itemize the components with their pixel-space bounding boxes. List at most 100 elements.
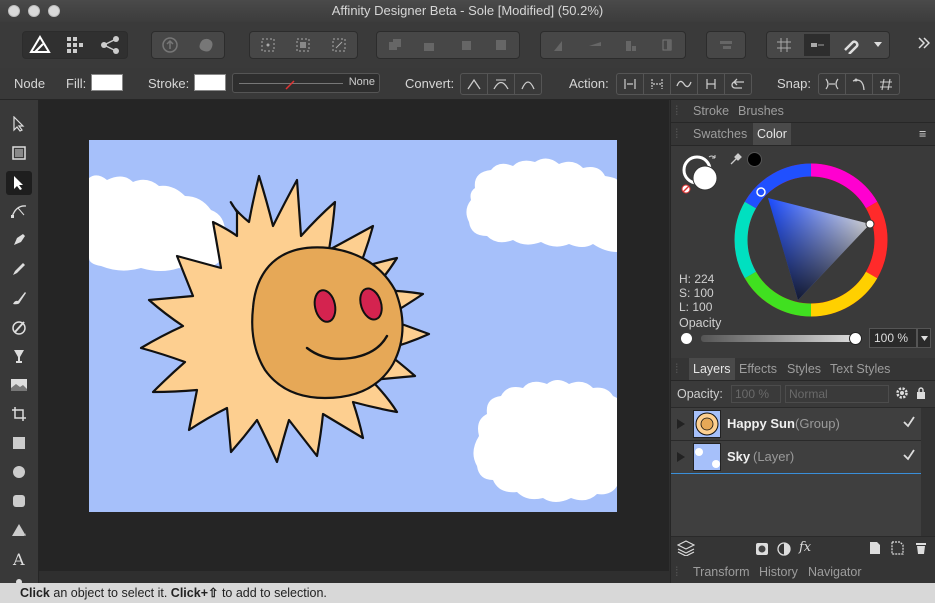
close-curve-icon[interactable] (644, 74, 671, 94)
panel-grip-icon[interactable]: ⁞ (675, 127, 678, 141)
color-wheel[interactable] (733, 162, 889, 321)
fill-tool-icon[interactable] (6, 315, 32, 339)
stroke-swatch[interactable] (194, 74, 226, 91)
snapping-dropdown-icon[interactable] (871, 34, 885, 56)
opacity-slider-thumb[interactable] (849, 332, 862, 345)
toolbar-overflow-icon[interactable] (918, 37, 931, 52)
artwork[interactable] (89, 140, 617, 512)
lock-icon[interactable] (916, 386, 926, 403)
tab-navigator[interactable]: Navigator (808, 565, 862, 579)
tab-text-styles[interactable]: Text Styles (830, 362, 890, 376)
visibility-check-icon[interactable] (903, 416, 915, 431)
mask-layer-icon[interactable] (755, 542, 769, 559)
rotate-left-icon[interactable] (618, 34, 644, 56)
artboard-tool-icon[interactable] (6, 141, 32, 165)
bring-forward-icon[interactable] (157, 34, 183, 56)
minimize-window-button[interactable] (28, 5, 40, 17)
point-transform-tool-icon[interactable] (6, 199, 32, 223)
zoom-window-button[interactable] (48, 5, 60, 17)
blend-mode-select[interactable]: Normal (785, 385, 889, 403)
panel-grip-icon[interactable]: ⁞ (675, 362, 678, 376)
subtract-boolean-icon[interactable] (417, 34, 443, 56)
artboard[interactable] (89, 140, 617, 512)
pixel-persona-icon[interactable] (62, 34, 88, 56)
rotate-right-icon[interactable] (654, 34, 680, 56)
tab-brushes[interactable]: Brushes (738, 104, 784, 118)
layer-row-happy-sun[interactable]: Happy Sun (Group) (671, 408, 921, 441)
crop-tool-icon[interactable] (6, 402, 32, 426)
text-tool-icon[interactable]: A (6, 547, 32, 571)
canvas-area[interactable] (39, 100, 669, 571)
rectangle-tool-icon[interactable] (6, 431, 32, 455)
opacity-value-field[interactable]: 100 % (869, 328, 917, 348)
snap-to-curve-icon[interactable] (846, 74, 873, 94)
visibility-check-icon[interactable] (903, 449, 915, 464)
node-tool-icon[interactable] (6, 171, 32, 195)
tab-styles[interactable]: Styles (787, 362, 821, 376)
panel-menu-icon[interactable]: ≡ (919, 127, 926, 141)
flip-horizontal-icon[interactable] (546, 34, 572, 56)
close-window-button[interactable] (8, 5, 20, 17)
move-tool-icon[interactable] (6, 112, 32, 136)
opacity-slider[interactable] (701, 335, 857, 342)
tab-effects[interactable]: Effects (739, 362, 777, 376)
layer-row-sky[interactable]: Sky (Layer) (671, 441, 921, 474)
rotate-box-icon[interactable] (326, 34, 352, 56)
transparency-tool-icon[interactable] (6, 344, 32, 368)
break-curve-icon[interactable] (617, 74, 644, 94)
divide-boolean-icon[interactable] (488, 34, 514, 56)
designer-persona-icon[interactable] (27, 34, 53, 56)
smooth-curve-icon[interactable] (671, 74, 698, 94)
layers-empty-area[interactable] (671, 474, 921, 536)
expand-layer-icon[interactable] (676, 451, 686, 466)
snapping-magnet-icon[interactable] (838, 34, 864, 56)
transform-origin-icon[interactable] (255, 34, 281, 56)
selection-box-icon[interactable] (290, 34, 316, 56)
insert-shape-icon[interactable] (193, 34, 219, 56)
tab-transform[interactable]: Transform (693, 565, 750, 579)
adjustment-icon[interactable] (777, 542, 791, 559)
group-layers-icon[interactable] (891, 541, 905, 558)
pen-tool-icon[interactable] (6, 228, 32, 252)
smooth-node-icon[interactable] (488, 74, 515, 94)
snap-to-pixel-icon[interactable] (804, 34, 831, 56)
stroke-width-slider[interactable]: None (232, 73, 380, 93)
tab-stroke[interactable]: Stroke (693, 104, 729, 118)
smart-node-icon[interactable] (515, 74, 541, 94)
fx-icon[interactable]: fx (799, 540, 811, 555)
tab-color[interactable]: Color (753, 123, 791, 145)
grid-icon[interactable] (771, 34, 797, 56)
join-curves-icon[interactable] (698, 74, 725, 94)
arrange-icon[interactable] (713, 34, 739, 56)
fill-swatch[interactable] (91, 74, 123, 91)
reverse-curve-icon[interactable] (725, 74, 751, 94)
opacity-dropdown-icon[interactable] (917, 328, 931, 348)
layer-stack-icon[interactable] (676, 540, 696, 559)
expand-layer-icon[interactable] (676, 418, 686, 433)
add-boolean-icon[interactable] (382, 34, 408, 56)
layer-settings-gear-icon[interactable] (895, 386, 909, 403)
tab-layers[interactable]: Layers (689, 358, 735, 380)
snap-to-nodes-icon[interactable] (819, 74, 846, 94)
flip-vertical-icon[interactable] (582, 34, 608, 56)
layer-opacity-field[interactable]: 100 % (731, 385, 781, 403)
tab-history[interactable]: History (759, 565, 798, 579)
swap-colors-icon[interactable] (707, 152, 717, 167)
slider-thumb[interactable] (285, 78, 295, 93)
layers-scrollbar[interactable] (921, 408, 935, 536)
intersect-boolean-icon[interactable] (453, 34, 479, 56)
panel-grip-icon[interactable]: ⁞ (675, 565, 678, 579)
add-layer-icon[interactable] (869, 541, 881, 558)
rounded-rectangle-tool-icon[interactable] (6, 489, 32, 513)
sharp-node-icon[interactable] (461, 74, 488, 94)
trash-icon[interactable] (915, 541, 927, 558)
panel-grip-icon[interactable]: ⁞ (675, 104, 678, 118)
export-persona-icon[interactable] (97, 34, 123, 56)
triangle-tool-icon[interactable] (6, 518, 32, 542)
tab-swatches[interactable]: Swatches (693, 127, 747, 141)
pencil-tool-icon[interactable] (6, 257, 32, 281)
vector-brush-tool-icon[interactable] (6, 286, 32, 310)
snap-to-grid-icon[interactable] (873, 74, 899, 94)
place-image-tool-icon[interactable] (6, 373, 32, 397)
ellipse-tool-icon[interactable] (6, 460, 32, 484)
